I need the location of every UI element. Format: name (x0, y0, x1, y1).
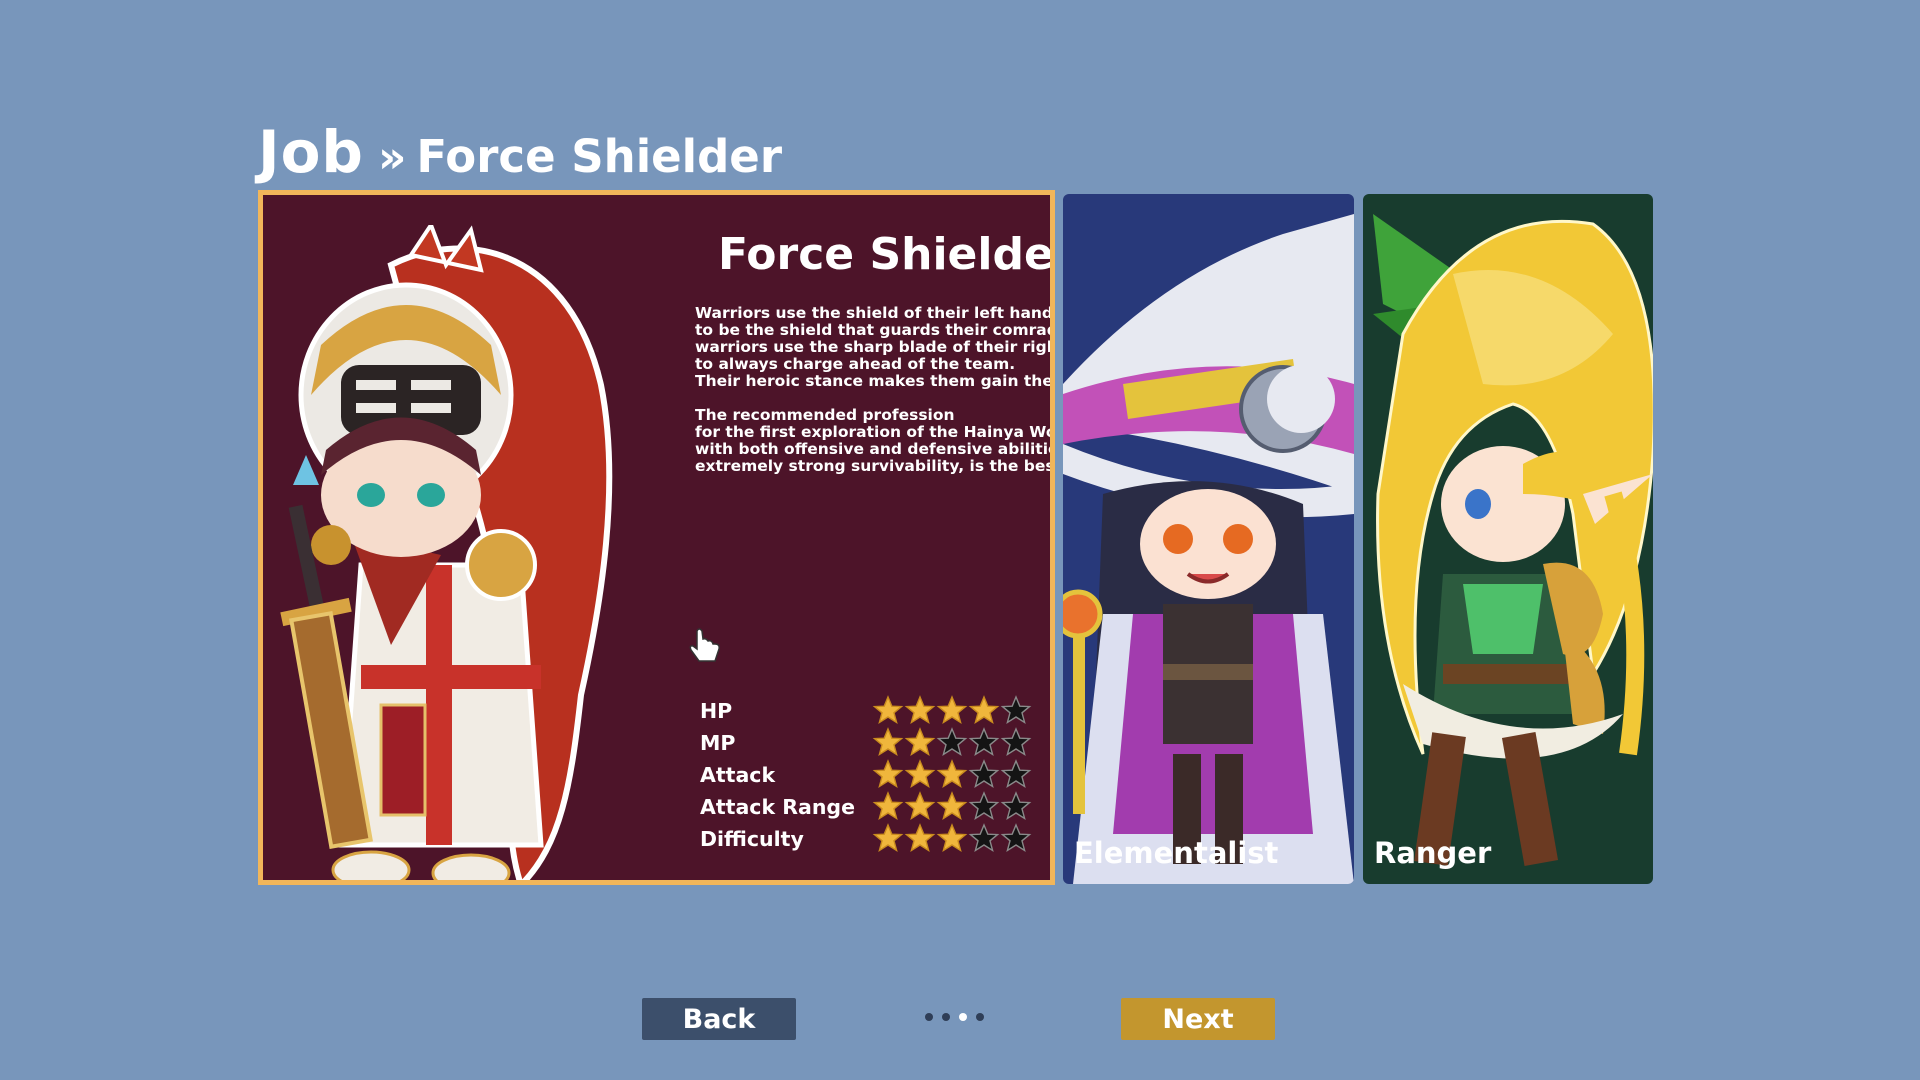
star-empty-icon (968, 791, 1000, 821)
description-line: The recommended profession (695, 406, 955, 424)
job-name-elementalist: Elementalist (1074, 836, 1279, 870)
breadcrumb-current: Force Shielder (416, 130, 783, 183)
star-empty-icon (968, 759, 1000, 789)
ranger-character-art (1373, 214, 1653, 866)
star-filled-icon (904, 823, 936, 853)
job-description: Warriors use the shield of their left ha… (695, 304, 1055, 475)
stat-row-hp: HP (700, 695, 1040, 727)
star-empty-icon (1000, 759, 1032, 789)
star-empty-icon (1000, 695, 1032, 725)
breadcrumb: Job » Force Shielder (258, 118, 782, 186)
description-line: with both offensive and defensive abilit… (695, 440, 1055, 458)
next-button[interactable]: Next (1121, 998, 1275, 1040)
hand-cursor-icon (689, 628, 720, 662)
star-filled-icon (872, 823, 904, 853)
star-filled-icon (904, 727, 936, 757)
description-line: to be the shield that guards their comra… (695, 321, 1055, 339)
star-filled-icon (968, 695, 1000, 725)
pagination-dots (925, 1013, 984, 1021)
page-dot[interactable] (976, 1013, 984, 1021)
stat-label: Difficulty (700, 827, 804, 851)
job-select-screen: Job » Force Shielder Force Shielder Warr… (0, 0, 1920, 1080)
star-filled-icon (936, 759, 968, 789)
page-dot-active[interactable] (959, 1013, 967, 1021)
breadcrumb-separator-icon: » (377, 132, 407, 183)
description-line: to always charge ahead of the team. (695, 355, 1016, 373)
stat-row-difficulty: Difficulty (700, 823, 1040, 855)
star-filled-icon (904, 695, 936, 725)
page-dot[interactable] (942, 1013, 950, 1021)
stat-row-attack-range: Attack Range (700, 791, 1040, 823)
stat-label: Attack Range (700, 795, 856, 819)
star-rating (872, 791, 1032, 821)
stat-row-attack: Attack (700, 759, 1040, 791)
description-line: Their heroic stance makes them gain the … (695, 372, 1055, 390)
star-empty-icon (936, 727, 968, 757)
stat-label: Attack (700, 763, 776, 787)
star-filled-icon (872, 791, 904, 821)
star-rating (872, 695, 1032, 725)
star-empty-icon (1000, 823, 1032, 853)
description-line: extremely strong survivability, is the b… (695, 457, 1055, 475)
description-line: warriors use the sharp blade of their ri… (695, 338, 1055, 356)
description-line: Warriors use the shield of their left ha… (695, 304, 1054, 322)
job-card-elementalist[interactable]: Elementalist (1063, 194, 1354, 884)
job-card-ranger[interactable]: Ranger (1363, 194, 1653, 884)
stat-row-mp: MP (700, 727, 1040, 759)
job-name-ranger: Ranger (1374, 836, 1492, 870)
star-empty-icon (1000, 727, 1032, 757)
description-line: for the first exploration of the Hainya … (695, 423, 1055, 441)
star-filled-icon (936, 695, 968, 725)
back-button[interactable]: Back (642, 998, 796, 1040)
star-rating (872, 727, 1032, 757)
star-filled-icon (872, 727, 904, 757)
star-filled-icon (872, 759, 904, 789)
stat-label: HP (700, 699, 733, 723)
job-title: Force Shielder (718, 229, 1055, 280)
star-rating (872, 759, 1032, 789)
star-empty-icon (968, 727, 1000, 757)
breadcrumb-root: Job (258, 118, 364, 186)
star-rating (872, 823, 1032, 853)
star-filled-icon (936, 823, 968, 853)
job-card-force-shielder[interactable]: Force Shielder Warriors use the shield o… (258, 190, 1055, 885)
star-empty-icon (1000, 791, 1032, 821)
star-filled-icon (872, 695, 904, 725)
page-dot[interactable] (925, 1013, 933, 1021)
star-filled-icon (904, 791, 936, 821)
star-empty-icon (968, 823, 1000, 853)
elementalist-character-art (1063, 214, 1354, 884)
stat-label: MP (700, 731, 736, 755)
description-spacer (695, 390, 1050, 407)
star-filled-icon (936, 791, 968, 821)
star-filled-icon (904, 759, 936, 789)
job-stats: HP MP Attack Attack Range Difficulty (700, 695, 1040, 855)
